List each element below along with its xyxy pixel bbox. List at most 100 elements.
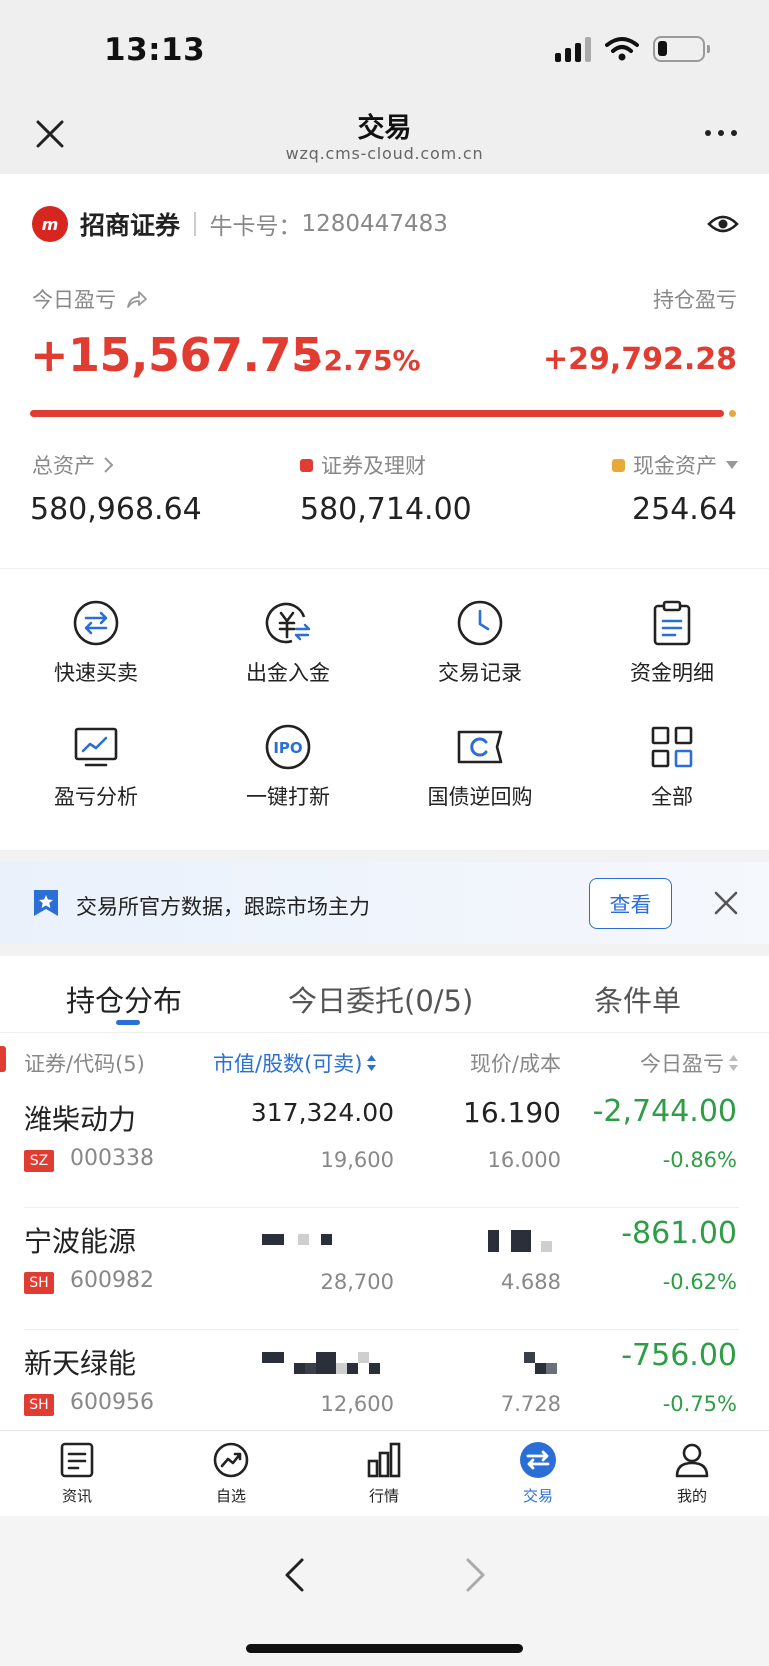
- card-number: 1280447483: [301, 211, 448, 237]
- eye-icon[interactable]: [707, 210, 739, 238]
- cash-assets-label: 现金资产: [633, 454, 717, 478]
- shares: 28,700: [320, 1270, 394, 1294]
- tabbar-label: 行情: [368, 1487, 399, 1505]
- tabbar-label: 资讯: [61, 1487, 92, 1505]
- share-icon[interactable]: [126, 289, 148, 309]
- cellular-signal-icon: [555, 36, 591, 62]
- holding-row[interactable]: 潍柴动力 SZ 000338 317,324.00 19,600 16.190 …: [0, 1086, 769, 1208]
- column-today-pnl-sort[interactable]: 今日盈亏: [640, 1048, 739, 1078]
- cash-assets-value: 254.64: [632, 492, 737, 527]
- cost-price: 16.000: [487, 1148, 561, 1172]
- holding-row[interactable]: 宁波能源 SH 600982 28,700 4.688 -861.00 -0.6…: [0, 1208, 769, 1330]
- quick-action-label: 国债逆回购: [427, 785, 533, 809]
- banner-close-icon[interactable]: [713, 890, 739, 916]
- stock-name: 新天绿能: [24, 1347, 137, 1380]
- quick-action-reverse-repo[interactable]: 国债逆回购: [384, 723, 576, 811]
- tab-conditional-orders[interactable]: 条件单: [594, 978, 681, 1020]
- cost-price: 4.688: [500, 1270, 561, 1294]
- quick-action-label: 快速买卖: [54, 661, 138, 685]
- quick-action-pnl-analysis[interactable]: 盈亏分析: [0, 723, 192, 811]
- stock-code: 600956: [70, 1390, 154, 1415]
- home-indicator: [246, 1644, 523, 1653]
- active-tab-indicator: [116, 1020, 140, 1025]
- quick-action-fund-details[interactable]: 资金明细: [576, 599, 768, 687]
- bottom-tab-bar: 资讯 自选 行情 交易 我的: [0, 1430, 769, 1516]
- tabbar-watchlist[interactable]: 自选: [181, 1441, 281, 1506]
- sort-icon: [729, 1055, 738, 1071]
- bond-ticket-icon: [457, 730, 503, 764]
- today-pnl-label: 今日盈亏: [32, 284, 148, 314]
- quick-action-all[interactable]: 全部: [576, 723, 768, 811]
- today-pnl-percent: -0.62%: [662, 1270, 737, 1294]
- more-menu-icon[interactable]: [705, 130, 737, 136]
- tabbar-me[interactable]: 我的: [642, 1441, 742, 1506]
- total-assets-link[interactable]: 总资产: [32, 450, 115, 480]
- asset-ratio-bar: [30, 410, 724, 417]
- holding-pnl-label: 持仓盈亏: [653, 288, 737, 312]
- quick-action-fast-trade[interactable]: 快速买卖: [0, 599, 192, 687]
- shares: 12,600: [320, 1392, 394, 1416]
- market-badge: SH: [24, 1394, 54, 1416]
- holding-row[interactable]: 新天绿能 SH 600956 12,600 7.728 -756.00 -0.7…: [0, 1330, 769, 1430]
- quick-action-label: 全部: [651, 785, 693, 809]
- shares: 19,600: [320, 1148, 394, 1172]
- nav-bar: 交易 wzq.cms-cloud.com.cn: [0, 100, 769, 174]
- side-flag[interactable]: [0, 1046, 6, 1072]
- chevron-right-icon: [104, 457, 114, 473]
- chart-monitor-icon: [74, 727, 118, 767]
- market-value-redacted-mosaic: [262, 1234, 332, 1245]
- tabbar-trade[interactable]: 交易: [488, 1441, 588, 1506]
- stock-code: 000338: [70, 1146, 154, 1171]
- today-pnl: -861.00: [621, 1216, 737, 1251]
- quick-actions-grid: 快速买卖 出金入金 交易记录 资金明细 盈亏分析 IPO 一键打新 国债逆回购 …: [0, 568, 769, 850]
- column-market-value-label: 市值/股数(可卖): [213, 1052, 363, 1076]
- yuan-transfer-icon: [265, 602, 311, 644]
- trend-icon: [213, 1442, 249, 1478]
- column-market-value-sort[interactable]: 市值/股数(可卖): [213, 1048, 377, 1078]
- status-bar: 13:13: [0, 0, 769, 100]
- quick-action-label: 交易记录: [438, 661, 522, 685]
- status-icons: [555, 36, 710, 62]
- browser-toolbar: [0, 1516, 769, 1666]
- today-pnl: -756.00: [621, 1338, 737, 1373]
- forward-arrow-icon[interactable]: [464, 1556, 488, 1594]
- today-pnl: -2,744.00: [592, 1094, 737, 1129]
- today-pnl-value: +15,567.75: [30, 328, 323, 382]
- cost-price: 7.728: [500, 1392, 561, 1416]
- quick-action-trade-history[interactable]: 交易记录: [384, 599, 576, 687]
- tabbar-market[interactable]: 行情: [334, 1441, 434, 1506]
- tab-today-orders[interactable]: 今日委托(0/5): [288, 978, 473, 1020]
- today-pnl-percent: -0.75%: [662, 1392, 737, 1416]
- banner-view-button[interactable]: 查看: [589, 878, 672, 929]
- stock-name: 宁波能源: [24, 1225, 137, 1258]
- caret-down-icon: [726, 461, 738, 469]
- quick-action-deposit-withdraw[interactable]: 出金入金: [192, 599, 384, 687]
- swap-icon: [73, 600, 119, 646]
- wifi-icon: [605, 37, 639, 61]
- market-badge: SZ: [24, 1150, 54, 1172]
- current-price: 16.190: [463, 1096, 561, 1129]
- cash-assets-dropdown[interactable]: 现金资产: [612, 450, 739, 480]
- trade-icon: [520, 1442, 556, 1478]
- brand-name: 招商证券: [80, 211, 181, 240]
- card-number-label: 牛卡号：: [209, 214, 302, 240]
- tab-positions[interactable]: 持仓分布: [66, 978, 182, 1020]
- cash-legend-square: [612, 458, 625, 472]
- back-arrow-icon[interactable]: [282, 1556, 306, 1594]
- total-assets-label: 总资产: [32, 454, 95, 478]
- tabbar-news[interactable]: 资讯: [27, 1441, 127, 1506]
- brand-logo: m: [32, 206, 68, 242]
- svg-text:IPO: IPO: [273, 739, 302, 757]
- brand-divider: [194, 212, 196, 236]
- tabbar-label: 自选: [215, 1487, 246, 1505]
- grid-icon: [651, 726, 693, 768]
- bookmark-star-icon: [34, 890, 58, 916]
- market-badge: SH: [24, 1272, 54, 1294]
- securities-value: 580,714.00: [300, 492, 472, 527]
- user-icon: [675, 1443, 709, 1478]
- quick-action-label: 出金入金: [246, 661, 330, 685]
- stock-code: 600982: [70, 1268, 154, 1293]
- price-redacted-mosaic: [488, 1230, 552, 1252]
- today-pnl-label-text: 今日盈亏: [32, 288, 116, 312]
- quick-action-ipo[interactable]: IPO 一键打新: [192, 723, 384, 811]
